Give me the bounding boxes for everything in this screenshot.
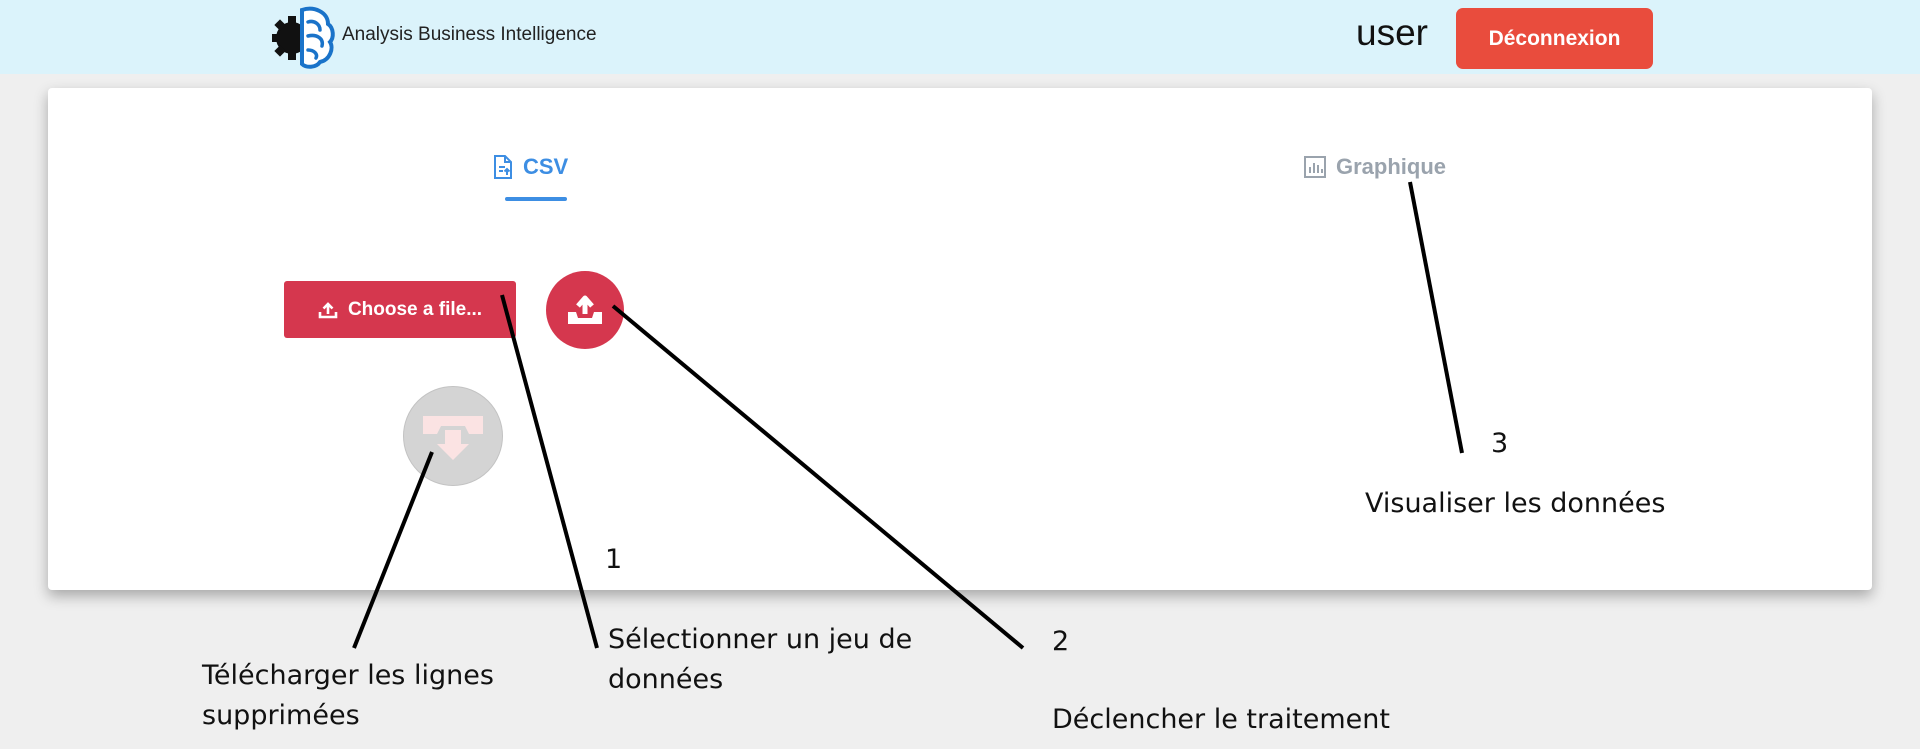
download-tray-icon xyxy=(423,416,483,460)
annotation-number-3: 3 xyxy=(1491,428,1509,459)
tab-csv[interactable]: CSV xyxy=(493,147,568,187)
choose-file-button[interactable]: Choose a file... xyxy=(284,281,516,338)
top-header: Analysis Business Intelligence user Déco… xyxy=(0,0,1920,74)
download-deleted-rows-button[interactable] xyxy=(403,386,503,486)
file-upload-icon xyxy=(494,155,512,179)
annotation-text-1: Sélectionner un jeu de données xyxy=(608,624,913,695)
bar-chart-icon xyxy=(1304,156,1326,178)
upload-icon xyxy=(318,301,338,318)
annotation-text-2: Déclencher le traitement xyxy=(1052,704,1390,735)
upload-tray-icon xyxy=(568,295,602,324)
tab-graphique[interactable]: Graphique xyxy=(1304,147,1446,187)
upload-process-button[interactable] xyxy=(546,271,624,349)
logout-button[interactable]: Déconnexion xyxy=(1456,8,1653,69)
annotation-number-1: 1 xyxy=(605,544,623,575)
brain-gear-logo xyxy=(272,6,335,69)
active-tab-indicator xyxy=(505,197,567,201)
annotation-number-2: 2 xyxy=(1052,626,1070,657)
choose-file-label: Choose a file... xyxy=(347,298,483,320)
annotation-text-3: Visualiser les données xyxy=(1365,488,1666,519)
app-root: Analysis Business Intelligence user Déco… xyxy=(0,0,1920,749)
annotation-text-download: Télécharger les lignes supprimées xyxy=(202,660,494,731)
username-label: user xyxy=(1356,12,1428,53)
brand-name: Analysis Business Intelligence xyxy=(342,24,597,45)
tab-csv-label: CSV xyxy=(523,154,569,179)
tab-graphique-label: Graphique xyxy=(1336,154,1447,179)
